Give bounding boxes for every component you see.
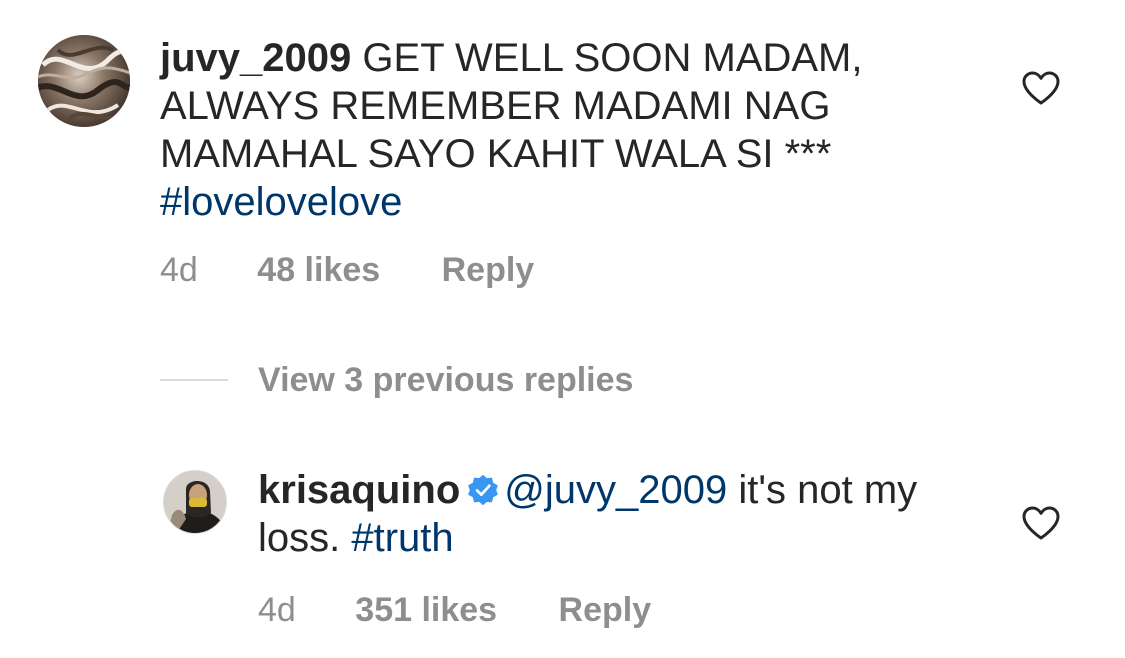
marbled-avatar-image <box>38 35 130 127</box>
reply-mention[interactable]: @juvy_2009 <box>504 468 727 512</box>
avatar[interactable] <box>38 35 130 127</box>
reply-button[interactable]: Reply <box>559 590 652 630</box>
comment-likes[interactable]: 48 likes <box>257 250 380 290</box>
reply-hashtag[interactable]: #truth <box>351 516 453 560</box>
avatar[interactable] <box>163 470 227 534</box>
heart-outline-icon[interactable] <box>1021 505 1061 541</box>
verified-badge-icon <box>468 474 499 506</box>
profile-photo-avatar <box>164 471 226 533</box>
heart-outline-icon[interactable] <box>1021 70 1061 106</box>
comment-hashtag[interactable]: #lovelovelove <box>160 180 402 224</box>
reply-body: krisaquino @juvy_2009 it's not my loss. … <box>258 466 978 562</box>
comment-meta: 4d 48 likes Reply <box>160 250 534 290</box>
view-previous-replies[interactable]: View 3 previous replies <box>160 360 633 400</box>
reply-likes[interactable]: 351 likes <box>355 590 497 630</box>
reply-button[interactable]: Reply <box>442 250 535 290</box>
reply-meta: 4d 351 likes Reply <box>258 590 651 630</box>
reply-time: 4d <box>258 591 296 629</box>
comment-body: juvy_2009 GET WELL SOON MADAM, ALWAYS RE… <box>160 34 960 226</box>
view-replies-label[interactable]: View 3 previous replies <box>258 361 633 400</box>
reply-username[interactable]: krisaquino <box>258 468 460 512</box>
comment-time: 4d <box>160 251 198 289</box>
replies-divider-line <box>160 379 228 381</box>
comment-username[interactable]: juvy_2009 <box>160 36 351 80</box>
